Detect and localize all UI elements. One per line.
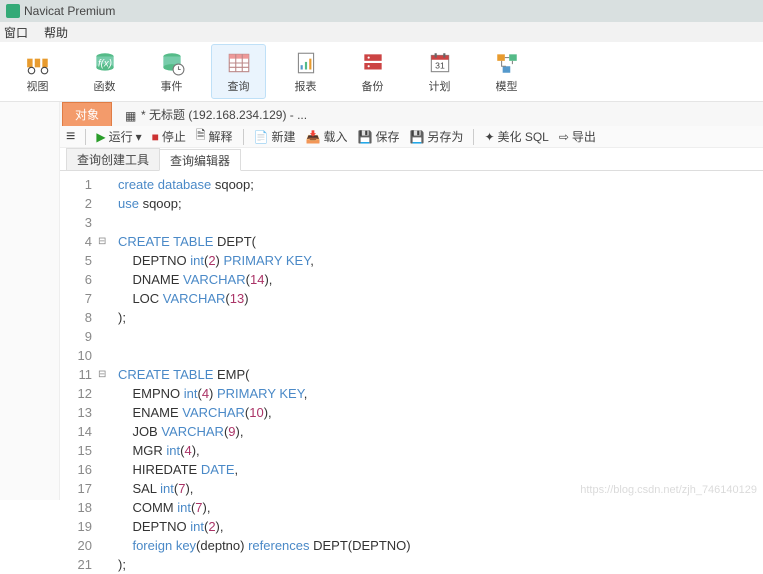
hamburger-button[interactable]: ≡ (66, 128, 75, 146)
ribbon-label: 备份 (362, 78, 384, 94)
code-line (118, 346, 763, 365)
filetab-untitled[interactable]: ▦* 无标题 (192.168.234.129) - ... (112, 102, 320, 126)
ribbon: 视图 f(x) 函数 事件 查询 报表 备份 31 计划 模型 (0, 42, 763, 102)
separator (85, 129, 86, 145)
query-icon: ▦ (125, 109, 137, 121)
fold-column[interactable]: ⊟⊟ (98, 171, 112, 574)
left-panel (0, 102, 60, 500)
export-button[interactable]: ⇨导出 (559, 128, 596, 145)
explain-button[interactable]: 🗎解释 (196, 126, 233, 147)
inner-tabs: 查询创建工具查询编辑器 (60, 148, 763, 171)
code-area[interactable]: create database sqoop;use sqoop; CREATE … (112, 171, 763, 574)
code-line: CREATE TABLE DEPT( (118, 232, 763, 251)
separator (473, 129, 474, 145)
titlebar: Navicat Premium (0, 0, 763, 22)
export-icon: ⇨ (559, 130, 569, 144)
stop-button[interactable]: ■停止 (152, 128, 186, 145)
code-line: MGR int(4), (118, 441, 763, 460)
ribbon-label: 模型 (496, 78, 518, 94)
menubar: 窗口 帮助 (0, 22, 763, 42)
code-line: ); (118, 555, 763, 574)
innertab-builder[interactable]: 查询创建工具 (66, 148, 160, 170)
app-title: Navicat Premium (24, 4, 115, 18)
run-button[interactable]: ▶运行▾ (96, 128, 141, 145)
file-tabs: 对象▦* 无标题 (192.168.234.129) - ... (60, 102, 763, 126)
load-icon: 📥 (306, 130, 321, 144)
explain-icon: 🗎 (196, 126, 206, 147)
sql-editor[interactable]: 123456789101112131415161718192021 ⊟⊟ cre… (60, 171, 763, 574)
line-gutter: 123456789101112131415161718192021 (60, 171, 98, 574)
separator (243, 129, 244, 145)
code-line (118, 327, 763, 346)
ribbon-label: 报表 (295, 78, 317, 94)
filetab-objects[interactable]: 对象 (62, 102, 112, 126)
app-icon (6, 4, 20, 18)
ribbon-model[interactable]: 模型 (479, 44, 534, 99)
code-line: foreign key(deptno) references DEPT(DEPT… (118, 536, 763, 555)
ribbon-label: 查询 (228, 78, 250, 94)
ribbon-label: 计划 (429, 78, 451, 94)
play-icon: ▶ (96, 130, 105, 144)
code-line: CREATE TABLE EMP( (118, 365, 763, 384)
wand-icon: ✦ (484, 130, 494, 144)
code-line: ENAME VARCHAR(10), (118, 403, 763, 422)
ribbon-label: 函数 (94, 78, 116, 94)
svg-text:f(x): f(x) (97, 58, 111, 69)
save-button[interactable]: 💾保存 (358, 128, 400, 145)
ribbon-report[interactable]: 报表 (278, 44, 333, 99)
saveas-button[interactable]: 💾另存为 (409, 128, 463, 145)
ribbon-plan[interactable]: 31 计划 (412, 44, 467, 99)
code-line: create database sqoop; (118, 175, 763, 194)
ribbon-view[interactable]: 视图 (10, 44, 65, 99)
new-button[interactable]: 📄新建 (254, 128, 296, 145)
code-line: ); (118, 308, 763, 327)
code-line: DNAME VARCHAR(14), (118, 270, 763, 289)
ribbon-function[interactable]: f(x) 函数 (77, 44, 132, 99)
beautify-button[interactable]: ✦美化 SQL (484, 128, 548, 145)
code-line: DEPTNO int(2) PRIMARY KEY, (118, 251, 763, 270)
ribbon-backup[interactable]: 备份 (345, 44, 400, 99)
code-line: EMPNO int(4) PRIMARY KEY, (118, 384, 763, 403)
action-toolbar: ≡ ▶运行▾ ■停止 🗎解释 📄新建 📥载入 💾保存 💾另存为 ✦美化 SQL … (60, 126, 763, 148)
new-icon: 📄 (254, 130, 269, 144)
code-line: JOB VARCHAR(9), (118, 422, 763, 441)
ribbon-label: 事件 (161, 78, 183, 94)
code-line: DEPTNO int(2), (118, 517, 763, 536)
menu-window[interactable]: 窗口 (4, 24, 28, 41)
ribbon-label: 视图 (27, 78, 49, 94)
svg-text:31: 31 (435, 60, 445, 70)
watermark: https://blog.csdn.net/zjh_746140129 (580, 484, 757, 496)
save-icon: 💾 (358, 130, 373, 144)
menu-help[interactable]: 帮助 (44, 24, 68, 41)
chevron-down-icon: ▾ (136, 130, 142, 144)
code-line: LOC VARCHAR(13) (118, 289, 763, 308)
code-line: HIREDATE DATE, (118, 460, 763, 479)
code-line: use sqoop; (118, 194, 763, 213)
stop-icon: ■ (152, 130, 159, 144)
load-button[interactable]: 📥载入 (306, 128, 348, 145)
saveas-icon: 💾 (409, 130, 424, 144)
code-line: COMM int(7), (118, 498, 763, 517)
innertab-editor[interactable]: 查询编辑器 (159, 149, 241, 171)
ribbon-query[interactable]: 查询 (211, 44, 266, 99)
ribbon-event[interactable]: 事件 (144, 44, 199, 99)
code-line (118, 213, 763, 232)
